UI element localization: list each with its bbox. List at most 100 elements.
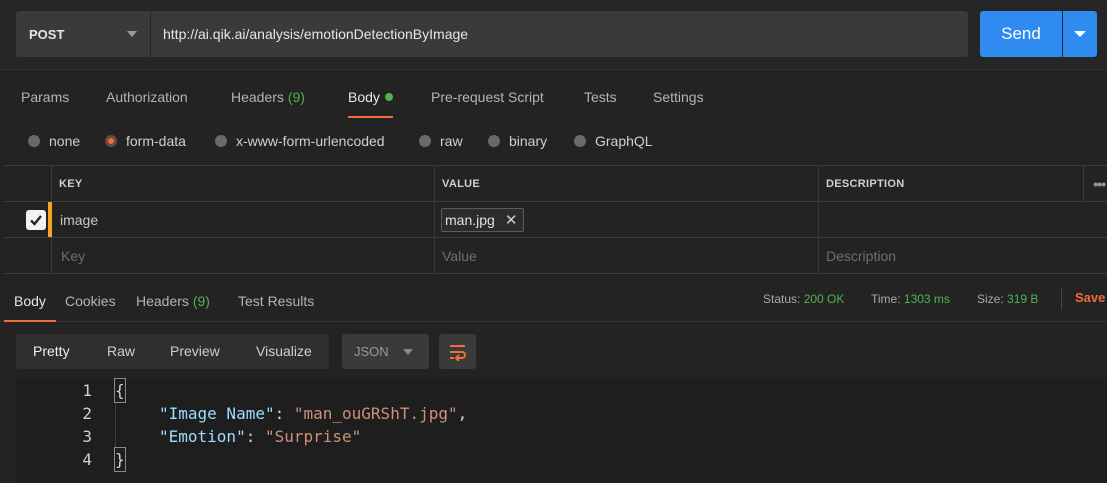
- code-line: 2 "Image Name": "man_ouGRShT.jpg",: [16, 402, 1107, 425]
- response-tab-test-results[interactable]: Test Results: [238, 282, 314, 322]
- response-tab-cookies[interactable]: Cookies: [65, 282, 116, 322]
- json-string: "man_ouGRShT.jpg": [293, 404, 458, 423]
- header-label: DESCRIPTION: [826, 177, 905, 190]
- column-options[interactable]: •••: [1083, 166, 1107, 201]
- radio-raw[interactable]: raw: [419, 128, 463, 154]
- description-input[interactable]: Description: [818, 238, 1107, 273]
- method-select[interactable]: POST: [16, 11, 150, 57]
- tab-pre-request-script[interactable]: Pre-request Script: [431, 78, 544, 118]
- radio-binary[interactable]: binary: [488, 128, 547, 154]
- tab-settings[interactable]: Settings: [653, 78, 704, 118]
- response-body-viewer[interactable]: 1 { 2 "Image Name": "man_ouGRShT.jpg", 3…: [16, 378, 1107, 483]
- send-options-button[interactable]: [1063, 11, 1097, 57]
- json-comma: ,: [457, 404, 468, 423]
- line-number: 4: [82, 450, 92, 469]
- tab-label: Cookies: [65, 293, 116, 309]
- tab-authorization[interactable]: Authorization: [106, 78, 188, 118]
- view-label: Raw: [107, 343, 136, 359]
- status-label: Status:: [763, 292, 801, 306]
- view-label: Preview: [170, 343, 220, 359]
- view-label: Pretty: [33, 343, 70, 359]
- key-input[interactable]: Key: [51, 238, 434, 273]
- value-cell[interactable]: man.jpg ✕: [434, 202, 818, 237]
- time-value: 1303 ms: [903, 292, 950, 306]
- save-response-button[interactable]: Save: [1075, 282, 1105, 316]
- tab-label: Authorization: [106, 89, 188, 105]
- view-preview-button[interactable]: Preview: [170, 334, 220, 369]
- radio-label: binary: [509, 133, 548, 149]
- headers-count: (9): [287, 89, 305, 105]
- code-line: 1 {: [16, 378, 1107, 403]
- radio-form-data[interactable]: form-data: [105, 128, 186, 154]
- request-bar: POST http://ai.qik.ai/analysis/emotionDe…: [0, 0, 1107, 70]
- tab-label: Body: [14, 293, 46, 309]
- table-row: image man.jpg ✕: [4, 202, 1107, 238]
- wrap-lines-button[interactable]: [439, 334, 476, 369]
- file-chip: man.jpg ✕: [441, 207, 525, 232]
- radio-urlencoded[interactable]: x-www-form-urlencoded: [215, 128, 385, 154]
- size-value: 319 B: [1007, 292, 1039, 306]
- divider: [1061, 288, 1062, 310]
- send-button[interactable]: Send: [980, 11, 1062, 57]
- format-label: JSON: [354, 344, 389, 359]
- line-number: 2: [82, 404, 92, 423]
- tab-label: Params: [21, 89, 70, 105]
- body-type-options: none form-data x-www-form-urlencoded raw…: [0, 128, 1107, 154]
- chevron-down-icon: [1074, 31, 1086, 37]
- radio-none[interactable]: none: [28, 128, 80, 154]
- radio-icon: [215, 135, 227, 147]
- value-input[interactable]: Value: [434, 238, 818, 273]
- json-key: "Emotion": [159, 427, 246, 446]
- tab-label: Body: [348, 89, 380, 105]
- placeholder-text: Description: [826, 247, 897, 264]
- tab-tests[interactable]: Tests: [584, 78, 617, 118]
- body-active-indicator: [384, 93, 393, 101]
- radio-label: raw: [440, 133, 463, 149]
- view-visualize-button[interactable]: Visualize: [256, 334, 312, 369]
- description-cell[interactable]: [818, 202, 1107, 237]
- response-tab-body[interactable]: Body: [4, 282, 56, 322]
- json-key: "Image Name": [159, 404, 275, 423]
- placeholder-text: Value: [442, 247, 477, 264]
- size-label: Size:: [977, 292, 1004, 306]
- json-colon: :: [245, 427, 265, 446]
- key-cell[interactable]: image: [51, 202, 434, 237]
- close-icon[interactable]: ✕: [505, 211, 518, 229]
- tab-body[interactable]: Body: [348, 78, 393, 118]
- code-text: "Image Name": "man_ouGRShT.jpg",: [159, 402, 467, 425]
- view-mode-toolbar: Pretty Raw Preview Visualize: [16, 334, 329, 369]
- line-number: 3: [82, 427, 92, 446]
- tab-headers[interactable]: Headers (9): [231, 78, 305, 118]
- radio-label: form-data: [126, 133, 186, 149]
- url-input[interactable]: http://ai.qik.ai/analysis/emotionDetecti…: [151, 11, 968, 57]
- form-data-table: KEY VALUE DESCRIPTION ••• image man.jpg ✕…: [4, 165, 1107, 274]
- headers-count: (9): [192, 293, 210, 309]
- view-pretty-button[interactable]: Pretty: [33, 334, 70, 369]
- response-tabs: Body Cookies Headers (9) Test Results St…: [0, 282, 1107, 322]
- file-name: man.jpg: [445, 211, 495, 228]
- radio-icon: [419, 135, 431, 147]
- view-raw-button[interactable]: Raw: [107, 334, 135, 369]
- radio-icon: [488, 135, 500, 147]
- tab-label: Pre-request Script: [431, 89, 544, 105]
- radio-icon: [28, 135, 40, 147]
- radio-label: GraphQL: [595, 133, 653, 149]
- key-text: image: [60, 211, 99, 228]
- response-status: Status: 200 OK: [763, 282, 844, 316]
- response-tab-headers[interactable]: Headers (9): [136, 282, 210, 322]
- column-header-value: VALUE: [434, 166, 818, 201]
- tab-label: Test Results: [238, 293, 315, 309]
- tab-label: Settings: [653, 89, 704, 105]
- format-select[interactable]: JSON: [342, 334, 429, 369]
- radio-graphql[interactable]: GraphQL: [574, 128, 653, 154]
- json-colon: :: [274, 404, 294, 423]
- tab-params[interactable]: Params: [21, 78, 69, 118]
- radio-selected-icon: [105, 135, 117, 147]
- send-label: Send: [1001, 24, 1041, 43]
- tab-label: Headers: [231, 89, 284, 105]
- tab-label: Headers: [136, 293, 189, 309]
- table-row: Key Value Description: [4, 238, 1107, 274]
- row-enabled-checkbox[interactable]: [26, 210, 46, 230]
- url-text: http://ai.qik.ai/analysis/emotionDetecti…: [163, 26, 469, 42]
- close-brace: }: [114, 447, 126, 472]
